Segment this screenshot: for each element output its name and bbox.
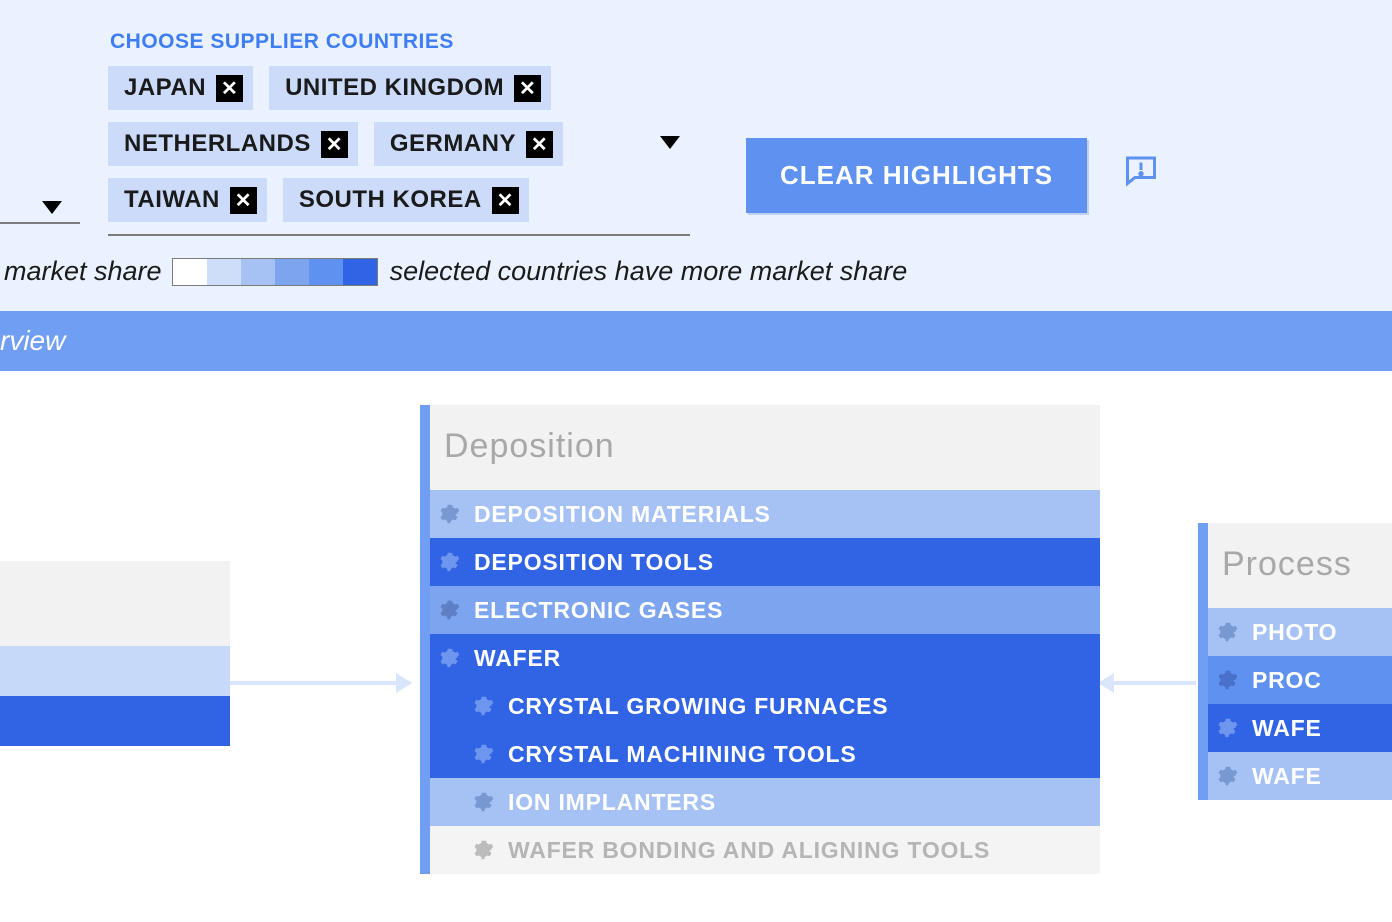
gear-icon xyxy=(1216,621,1238,643)
chevron-down-icon xyxy=(42,201,62,214)
panel-title: Deposition xyxy=(420,405,1100,490)
close-icon[interactable]: ✕ xyxy=(216,75,243,102)
chip-label: JAPAN xyxy=(124,74,206,102)
chip-label: UNITED KINGDOM xyxy=(285,74,504,102)
close-icon[interactable]: ✕ xyxy=(321,131,348,158)
chip-japan[interactable]: JAPAN ✕ xyxy=(108,66,253,110)
row-label: ELECTRONIC GASES xyxy=(474,597,723,624)
list-item[interactable]: DEPOSITION MATERIALS xyxy=(420,490,1100,538)
row-label: WAFER BONDING AND ALIGNING TOOLS xyxy=(508,837,990,864)
legend-left-label: market share xyxy=(4,256,162,287)
row-label: WAFE xyxy=(1252,763,1322,790)
chip-united-kingdom[interactable]: UNITED KINGDOM ✕ xyxy=(269,66,551,110)
chevron-down-icon[interactable] xyxy=(660,136,680,149)
legend-right-label: selected countries have more market shar… xyxy=(390,256,908,287)
section-banner: rview xyxy=(0,311,1392,371)
row-label: WAFER xyxy=(474,645,561,672)
gear-icon xyxy=(438,503,460,525)
list-item[interactable]: WAFER xyxy=(420,634,1100,682)
supplier-chips[interactable]: JAPAN ✕ UNITED KINGDOM ✕ NETHERLANDS ✕ GERM… xyxy=(108,66,690,236)
filter-panel: CHOOSE SUPPLIER COUNTRIES JAPAN ✕ UNITED … xyxy=(0,0,1392,311)
chip-germany[interactable]: GERMANY ✕ xyxy=(374,122,563,166)
close-icon[interactable]: ✕ xyxy=(492,187,519,214)
row-label: CRYSTAL GROWING FURNACES xyxy=(508,693,888,720)
gear-icon xyxy=(472,695,494,717)
clear-highlights-button[interactable]: CLEAR HIGHLIGHTS xyxy=(746,138,1087,213)
gear-icon xyxy=(472,791,494,813)
list-item[interactable]: WAFER BONDING AND ALIGNING TOOLS xyxy=(420,826,1100,874)
list-item[interactable]: PROC xyxy=(1198,656,1392,704)
row-label: DEPOSITION MATERIALS xyxy=(474,501,771,528)
row-label: DEPOSITION TOOLS xyxy=(474,549,714,576)
list-item[interactable]: ION IMPLANTERS xyxy=(420,778,1100,826)
chip-label: NETHERLANDS xyxy=(124,130,311,158)
chip-netherlands[interactable]: NETHERLANDS ✕ xyxy=(108,122,358,166)
row-label: WAFE xyxy=(1252,715,1322,742)
list-item[interactable] xyxy=(0,696,230,746)
list-item[interactable]: ELECTRONIC GASES xyxy=(420,586,1100,634)
list-item[interactable]: CRYSTAL MACHINING TOOLS xyxy=(420,730,1100,778)
list-item[interactable]: CRYSTAL GROWING FURNACES xyxy=(420,682,1100,730)
left-dropdown[interactable] xyxy=(0,66,80,224)
flow-arrow xyxy=(1100,681,1196,685)
flow-arrow xyxy=(230,681,410,685)
gear-icon xyxy=(1216,717,1238,739)
gear-icon xyxy=(1216,669,1238,691)
feedback-icon[interactable] xyxy=(1121,152,1161,193)
chip-taiwan[interactable]: TAIWAN ✕ xyxy=(108,178,267,222)
row-label: CRYSTAL MACHINING TOOLS xyxy=(508,741,857,768)
gear-icon xyxy=(438,551,460,573)
list-item[interactable]: PHOTO xyxy=(1198,608,1392,656)
close-icon[interactable]: ✕ xyxy=(514,75,541,102)
panel-process: Process PHOTO PROC WAFE WAFE xyxy=(1198,523,1392,800)
panel-handling: k handling xyxy=(0,561,230,746)
list-item[interactable] xyxy=(0,646,230,696)
gear-icon xyxy=(472,839,494,861)
row-label: PHOTO xyxy=(1252,619,1337,646)
panel-deposition: Deposition DEPOSITION MATERIALS DEPOSITIO… xyxy=(420,405,1100,874)
chip-label: TAIWAN xyxy=(124,186,220,214)
gear-icon xyxy=(1216,765,1238,787)
gear-icon xyxy=(472,743,494,765)
supply-chain-diagram: k handling Deposition DEPOSITION MATERIA… xyxy=(0,371,1392,911)
chip-south-korea[interactable]: SOUTH KOREA ✕ xyxy=(283,178,529,222)
panel-title: k handling xyxy=(0,561,230,646)
legend: market share selected countries have mor… xyxy=(0,236,1392,303)
list-item[interactable]: WAFE xyxy=(1198,704,1392,752)
panel-title: Process xyxy=(1198,523,1392,608)
supplier-filter-label: CHOOSE SUPPLIER COUNTRIES xyxy=(110,30,1392,54)
gear-icon xyxy=(438,599,460,621)
list-item[interactable]: DEPOSITION TOOLS xyxy=(420,538,1100,586)
chip-label: SOUTH KOREA xyxy=(299,186,482,214)
chip-label: GERMANY xyxy=(390,130,516,158)
legend-swatches xyxy=(172,258,378,286)
row-label: PROC xyxy=(1252,667,1322,694)
close-icon[interactable]: ✕ xyxy=(526,131,553,158)
list-item[interactable]: WAFE xyxy=(1198,752,1392,800)
close-icon[interactable]: ✕ xyxy=(230,187,257,214)
gear-icon xyxy=(438,647,460,669)
row-label: ION IMPLANTERS xyxy=(508,789,716,816)
